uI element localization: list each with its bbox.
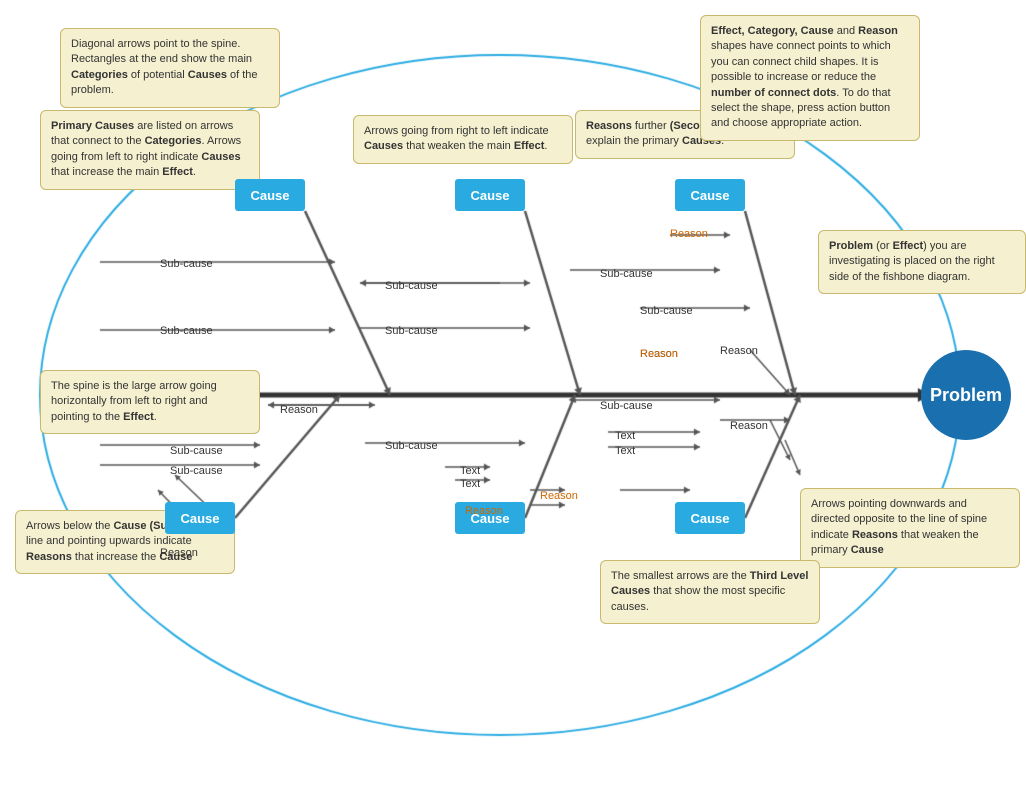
l9: Sub-cause xyxy=(385,440,438,452)
l11: Text xyxy=(615,430,635,442)
tt9: Arrows pointing downwards and directed o… xyxy=(800,488,1020,568)
tt1: Diagonal arrows point to the spine. Rect… xyxy=(60,28,280,108)
l18: Reason xyxy=(280,404,318,416)
l3: Sub-cause xyxy=(385,280,438,292)
ol1: Reason xyxy=(670,228,708,240)
problem-label: Problem xyxy=(930,385,1002,406)
l4: Sub-cause xyxy=(385,325,438,337)
l6: Sub-cause xyxy=(640,305,693,317)
l8: Sub-cause xyxy=(170,465,223,477)
ol3: Reason xyxy=(540,490,578,502)
tt7: The spine is the large arrow going horiz… xyxy=(40,370,260,434)
c6: Cause xyxy=(675,502,745,534)
l7: Sub-cause xyxy=(170,445,223,457)
l5: Sub-cause xyxy=(600,268,653,280)
l2: Sub-cause xyxy=(160,325,213,337)
tt6: Problem (or Effect) you are investigatin… xyxy=(818,230,1026,294)
ol4: Reason xyxy=(465,505,503,517)
c1: Cause xyxy=(235,179,305,211)
c4: Cause xyxy=(165,502,235,534)
tt5: Effect, Category, Cause and Reason shape… xyxy=(700,15,920,141)
l10: Sub-cause xyxy=(600,400,653,412)
problem-circle: Problem xyxy=(921,350,1011,440)
l1: Sub-cause xyxy=(160,258,213,270)
c2: Cause xyxy=(455,179,525,211)
tt10: The smallest arrows are the Third Level … xyxy=(600,560,820,624)
ol2: Reason xyxy=(640,348,678,360)
l13: Text xyxy=(460,465,480,477)
l17: Reason xyxy=(730,420,768,432)
l19: Reason xyxy=(160,547,198,559)
l12: Text xyxy=(615,445,635,457)
l15: Reason xyxy=(720,345,758,357)
l14: Text xyxy=(460,478,480,490)
tt3: Arrows going from right to left indicate… xyxy=(353,115,573,164)
tt2: Primary Causes are listed on arrows that… xyxy=(40,110,260,190)
c3: Cause xyxy=(675,179,745,211)
